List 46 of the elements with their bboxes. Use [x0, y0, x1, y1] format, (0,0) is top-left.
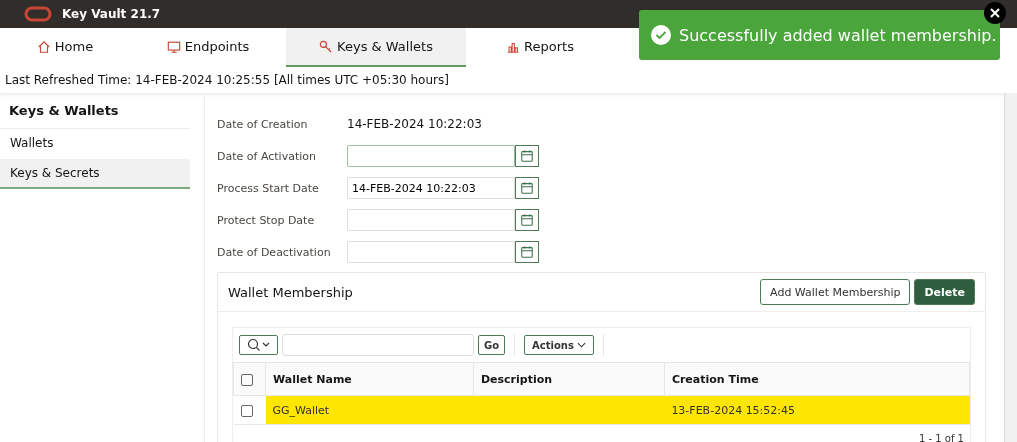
calendar-button[interactable] [515, 209, 539, 231]
calendar-button[interactable] [515, 241, 539, 263]
field-label: Date of Activation [217, 149, 317, 163]
field-label: Protect Stop Date [217, 213, 316, 227]
row-checkbox[interactable] [240, 404, 253, 417]
field-label: Date of Creation [217, 117, 309, 131]
add-membership-button[interactable]: Add Wallet Membership [760, 279, 911, 305]
table-cell: GG_Wallet [265, 395, 474, 425]
date-field[interactable] [347, 145, 515, 167]
column-header[interactable]: Creation Time [664, 362, 970, 396]
calendar-button[interactable] [515, 145, 539, 167]
table-cell: 13-FEB-2024 15:52:45 [664, 395, 970, 425]
calendar-icon [520, 149, 534, 163]
sidebar-item[interactable]: Keys & Secrets [0, 159, 190, 189]
key-icon [319, 39, 334, 54]
search-field[interactable] [282, 334, 474, 356]
nav-tab[interactable]: Keys & Wallets [286, 28, 466, 67]
search-icon [245, 338, 272, 352]
pagination-text: 1 - 1 of 1 [918, 433, 964, 442]
date-field[interactable]: 14-FEB-2024 10:22:03 [347, 177, 515, 199]
calendar-icon [520, 213, 534, 227]
calendar-icon [520, 181, 534, 195]
monitor-icon [166, 39, 181, 54]
calendar-button[interactable] [515, 177, 539, 199]
column-header[interactable]: Wallet Name [265, 362, 474, 396]
chevron-down-icon [576, 342, 586, 348]
field-label: Date of Deactivation [217, 245, 332, 259]
check-circle-icon [651, 25, 671, 45]
search-menu-button[interactable] [239, 335, 278, 355]
calendar-icon [520, 245, 534, 259]
scrollbar[interactable] [1004, 93, 1017, 442]
delete-button[interactable]: Delete [914, 279, 975, 305]
toast-message: Successfully added wallet membership. [679, 25, 997, 45]
section-title: Wallet Membership [228, 284, 353, 300]
logo-icon [24, 6, 52, 22]
actions-button[interactable]: Actions [524, 335, 594, 355]
go-button[interactable]: Go [478, 335, 506, 355]
app-title: Key Vault 21.7 [62, 7, 161, 21]
field-label: Process Start Date [217, 181, 320, 195]
date-field[interactable] [347, 241, 515, 263]
last-refreshed-text: Last Refreshed Time: 14-FEB-2024 10:25:55 [All times UTC +05:30 hours] [0, 67, 1017, 93]
date-field[interactable] [347, 209, 515, 231]
select-all-checkbox[interactable] [241, 373, 253, 386]
column-header[interactable]: Description [473, 362, 665, 396]
field-value: 14-FEB-2024 10:22:03 [347, 117, 482, 131]
home-icon [36, 39, 51, 54]
